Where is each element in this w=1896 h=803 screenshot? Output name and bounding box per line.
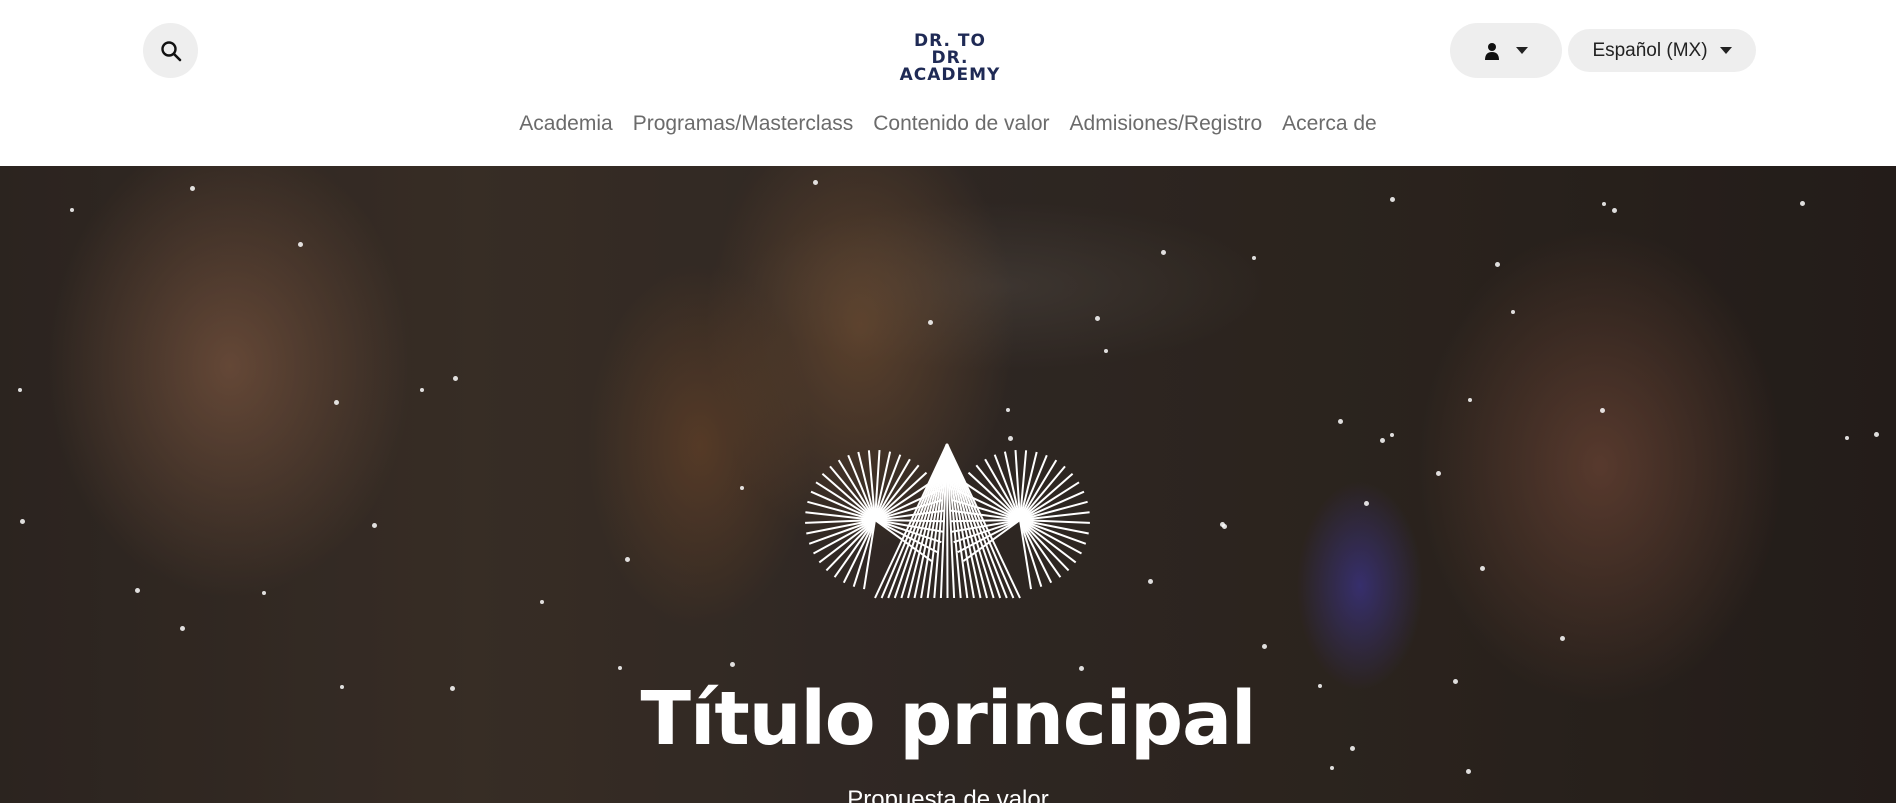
- particle-dot: [1338, 419, 1343, 424]
- particle-dot: [20, 519, 25, 524]
- hero-subtitle: Propuesta de valor: [847, 786, 1049, 803]
- particle-dot: [420, 388, 424, 392]
- particle-dot: [1468, 398, 1472, 402]
- search-icon: [160, 40, 181, 61]
- particle-dot: [1380, 438, 1385, 443]
- logo-line-1: DR. TO DR.: [914, 31, 986, 68]
- nav-item-academia[interactable]: Academia: [519, 112, 612, 136]
- main-nav: Academia Programas/Masterclass Contenido…: [0, 112, 1896, 136]
- particle-dot: [70, 208, 74, 212]
- particle-dot: [18, 388, 22, 392]
- particle-dot: [1161, 250, 1166, 255]
- particle-dot: [1262, 644, 1267, 649]
- nav-item-contenido[interactable]: Contenido de valor: [873, 112, 1049, 136]
- sunburst-emblem-icon: [805, 443, 1090, 599]
- particle-dot: [453, 376, 458, 381]
- particle-dot: [740, 486, 744, 490]
- language-selector[interactable]: Español (MX): [1568, 29, 1756, 72]
- particle-dot: [1612, 208, 1617, 213]
- chevron-down-icon: [1719, 47, 1732, 54]
- particle-dot: [372, 523, 377, 528]
- particle-dot: [618, 666, 622, 670]
- particle-dot: [1495, 262, 1500, 267]
- hero-section: Título principal Propuesta de valor: [0, 166, 1896, 803]
- particle-dot: [1390, 433, 1394, 437]
- search-button[interactable]: [143, 23, 198, 78]
- particle-dot: [1511, 310, 1515, 314]
- particle-dot: [1436, 471, 1441, 476]
- particle-dot: [928, 320, 933, 325]
- particle-dot: [1079, 666, 1084, 671]
- particle-dot: [1148, 579, 1153, 584]
- nav-item-acerca[interactable]: Acerca de: [1282, 112, 1377, 136]
- particle-dot: [1364, 501, 1369, 506]
- particle-dot: [1222, 524, 1227, 529]
- particle-dot: [1602, 202, 1606, 206]
- particle-dot: [135, 588, 140, 593]
- particle-dot: [540, 600, 544, 604]
- particle-dot: [1466, 769, 1471, 774]
- particle-dot: [1600, 408, 1605, 413]
- particle-dot: [625, 557, 630, 562]
- hero-title: Título principal: [640, 676, 1257, 762]
- particle-dot: [1104, 349, 1108, 353]
- particle-dot: [1252, 256, 1256, 260]
- chevron-down-icon: [1516, 47, 1528, 54]
- particle-dot: [298, 242, 303, 247]
- particle-dot: [262, 591, 266, 595]
- particle-dot: [1008, 436, 1013, 441]
- particle-dot: [1095, 316, 1100, 321]
- particle-dot: [1480, 566, 1485, 571]
- site-logo[interactable]: DR. TO DR. ACADEMY: [895, 33, 1005, 84]
- particle-dot: [1845, 436, 1849, 440]
- particle-dot: [1330, 766, 1334, 770]
- particle-dot: [1800, 201, 1805, 206]
- particle-dot: [813, 180, 818, 185]
- nav-item-programas[interactable]: Programas/Masterclass: [633, 112, 854, 136]
- nav-item-admisiones[interactable]: Admisiones/Registro: [1070, 112, 1263, 136]
- site-header: DR. TO DR. ACADEMY Español (MX) Academia…: [0, 0, 1896, 166]
- particle-dot: [1560, 636, 1565, 641]
- language-label: Español (MX): [1592, 39, 1708, 61]
- user-menu-button[interactable]: [1450, 23, 1562, 78]
- particle-dot: [1390, 197, 1395, 202]
- particle-dot: [180, 626, 185, 631]
- user-icon: [1485, 42, 1499, 60]
- particle-dot: [1006, 408, 1010, 412]
- particle-dot: [334, 400, 339, 405]
- particle-dot: [1874, 432, 1879, 437]
- particle-dot: [190, 186, 195, 191]
- logo-line-2: ACADEMY: [899, 65, 1001, 85]
- particle-dot: [730, 662, 735, 667]
